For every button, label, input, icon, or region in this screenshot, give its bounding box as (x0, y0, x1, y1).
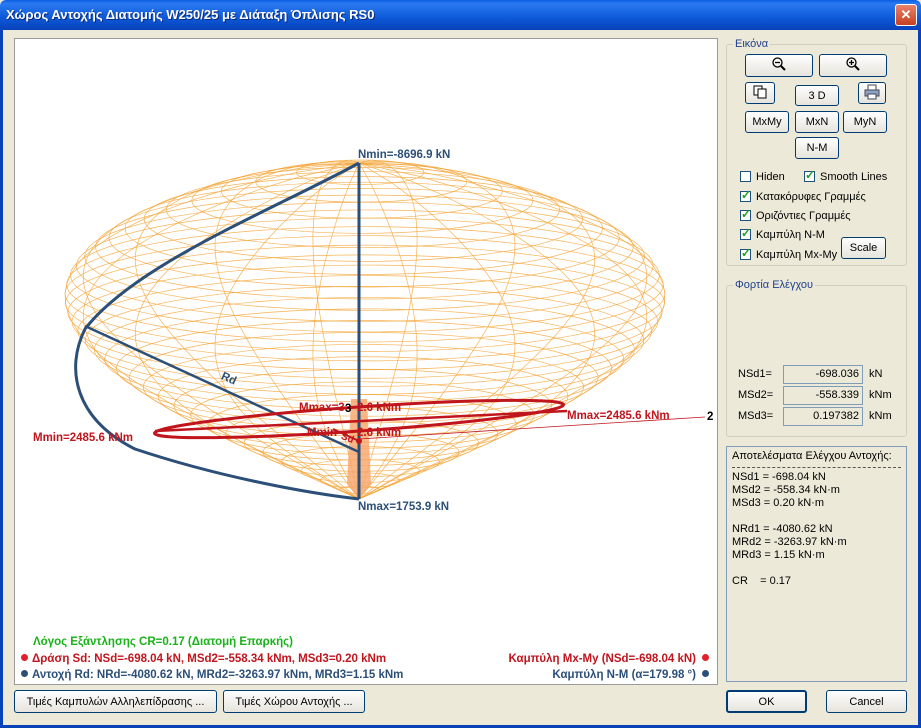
vertical-lines-checkbox-label: Κατακόρυφες Γραμμές (756, 191, 866, 203)
zoom-out-button[interactable] (745, 54, 813, 77)
window-title: Χώρος Αντοχής Διατομής W250/25 με Διάταξ… (6, 7, 375, 22)
results-title: Αποτελέσματα Ελέγχου Αντοχής: (732, 450, 892, 462)
mmax-center-label: Mmax=3 (299, 402, 345, 414)
zoom-in-button[interactable] (819, 54, 887, 77)
ok-button[interactable]: OK (726, 690, 807, 713)
curve-mxmy-text: Καμπύλη Mx-My (NSd=-698.04 kN) (508, 653, 696, 665)
smooth-lines-checkbox-box (804, 168, 815, 182)
action-line: Δράση Sd: NSd=-698.04 kN, MSd2=-558.34 k… (21, 653, 386, 665)
hiden-checkbox[interactable]: Hiden (740, 171, 785, 183)
surface-meridian-line (214, 162, 360, 500)
print-button[interactable] (858, 82, 886, 104)
plot-canvas[interactable]: Nmin=-8696.9 kN Nmax=1753.9 kN Mmax=2485… (14, 38, 718, 685)
axis-3-label: 3 (345, 403, 352, 415)
resistance-dot-icon (21, 670, 28, 677)
mxn-view-button[interactable]: MxN (795, 111, 839, 133)
resistance-line: Αντοχή Rd: NRd=-4080.62 kN, MRd2=-3263.9… (21, 669, 403, 681)
resistance-text: Αντοχή Rd: NRd=-4080.62 kN, MRd2=-3263.9… (32, 669, 404, 681)
hiden-checkbox-label: Hiden (756, 171, 785, 183)
mxmy-curve-checkbox[interactable]: Καμπύλη Mx-My (740, 246, 838, 261)
msd2-label: MSd2= (738, 389, 774, 401)
3d-button[interactable]: 3 D (795, 85, 839, 106)
nsd1-unit: kN (869, 368, 883, 380)
msd2-unit: kNm (869, 389, 892, 401)
results-blank-2 (732, 562, 901, 575)
mmin-left-label: Mmin=2485.6 kNm (33, 432, 134, 444)
exhaustion-ratio-text: Λόγος Εξάντλησης CR=0.17 (Διατομή Επαρκή… (33, 636, 293, 648)
horizontal-lines-checkbox[interactable]: Οριζόντιες Γραμμές (740, 207, 851, 222)
mmax-right-label: Mmax=2485.6 kNm (567, 410, 670, 422)
nsd1-label: NSd1= (738, 368, 772, 380)
result-msd2: MSd2 = -558.34 kN·m (732, 484, 840, 496)
msd3-unit: kNm (869, 410, 892, 422)
result-mrd2: MRd2 = -3263.97 kN·m (732, 536, 847, 548)
mxmy-view-button[interactable]: MxMy (745, 111, 789, 133)
printer-icon (864, 84, 880, 99)
result-nrd1: NRd1 = -4080.62 kN (732, 523, 833, 535)
curve-mxmy-dot-icon (702, 654, 709, 661)
myn-view-button[interactable]: MyN (843, 111, 887, 133)
action-text: Δράση Sd: NSd=-698.04 kN, MSd2=-558.34 k… (32, 653, 387, 665)
nm-curve-checkbox[interactable]: Καμπύλη N-M (740, 226, 825, 241)
curve-mxmy-legend: Καμπύλη Mx-My (NSd=-698.04 kN) (508, 653, 709, 665)
results-separator (732, 467, 901, 468)
curves-values-button[interactable]: Τιμές Καμπυλών Αλληλεπίδρασης ... (14, 690, 217, 713)
close-icon: ✕ (900, 7, 912, 22)
zoom-out-icon (772, 57, 786, 71)
surface-contour-line (70, 217, 660, 333)
hiden-checkbox-box (740, 171, 751, 182)
curve-nm-legend: Καμπύλη N-M (α=179.98 °) (552, 669, 709, 681)
action-dot-icon (21, 654, 28, 661)
smooth-lines-checkbox[interactable]: Smooth Lines (804, 168, 888, 183)
interaction-surface-plot (64, 159, 706, 501)
vertical-lines-checkbox[interactable]: Κατακόρυφες Γραμμές (740, 188, 866, 203)
scale-button[interactable]: Scale (841, 237, 886, 259)
surface-contour-line (95, 194, 634, 300)
result-cr: CR = 0.17 (732, 575, 792, 587)
horizontal-lines-checkbox-label: Οριζόντιες Γραμμές (756, 210, 851, 222)
copy-button[interactable] (745, 82, 775, 104)
msd3-label: MSd3= (738, 410, 774, 422)
nm-curve-checkbox-box (740, 226, 751, 240)
msd2-field[interactable]: -558.339 (783, 386, 863, 405)
nm-curve-checkbox-label: Καμπύλη N-M (756, 229, 825, 241)
surface-meridian-line (358, 162, 516, 500)
result-nsd1: NSd1 = -698.04 kN (732, 471, 826, 483)
vertical-lines-checkbox-box (740, 188, 751, 202)
nm-view-button[interactable]: N-M (795, 137, 839, 159)
msd3-field[interactable]: 0.197382 (783, 407, 863, 426)
results-blank-1 (732, 510, 901, 523)
space-values-button[interactable]: Τιμές Χώρου Αντοχής ... (223, 690, 365, 713)
copy-icon (753, 85, 767, 98)
nmax-label: Nmax=1753.9 kN (358, 501, 450, 513)
curve-nm-dot-icon (702, 670, 709, 677)
cancel-button[interactable]: Cancel (826, 690, 907, 713)
axis-2-label: 2 (707, 411, 714, 423)
surface-contour-line (67, 254, 663, 371)
mmin-center-label: Mmin (307, 427, 338, 439)
title-bar: Χώρος Αντοχής Διατομής W250/25 με Διάταξ… (0, 0, 921, 30)
nsd1-field[interactable]: -698.036 (783, 365, 863, 384)
zoom-in-icon (846, 57, 860, 71)
result-msd3: MSd3 = 0.20 kN·m (732, 497, 825, 509)
mxmy-curve-checkbox-label: Καμπύλη Mx-My (756, 249, 838, 261)
results-box: Αποτελέσματα Ελέγχου Αντοχής: NSd1 = -69… (726, 446, 907, 682)
result-mrd3: MRd3 = 1.15 kN·m (732, 549, 825, 561)
horizontal-lines-checkbox-box (740, 207, 751, 221)
mmin-center-label-b: 2.6 kNm (357, 427, 402, 439)
surface-contour-line (64, 235, 666, 353)
curve-nm-text: Καμπύλη N-M (α=179.98 °) (552, 669, 696, 681)
mxmy-curve-checkbox-box (740, 246, 751, 260)
close-button[interactable]: ✕ (895, 4, 917, 26)
loads-panel-title: Φορτία Ελέγχου (733, 279, 816, 291)
mmax-center-label-b: 2.6 kNm (357, 402, 402, 414)
image-panel-title: Εικόνα (733, 38, 771, 50)
surface-contour-line (143, 176, 583, 262)
smooth-lines-checkbox-label: Smooth Lines (820, 171, 888, 183)
nmin-label: Nmin=-8696.9 kN (358, 149, 451, 161)
